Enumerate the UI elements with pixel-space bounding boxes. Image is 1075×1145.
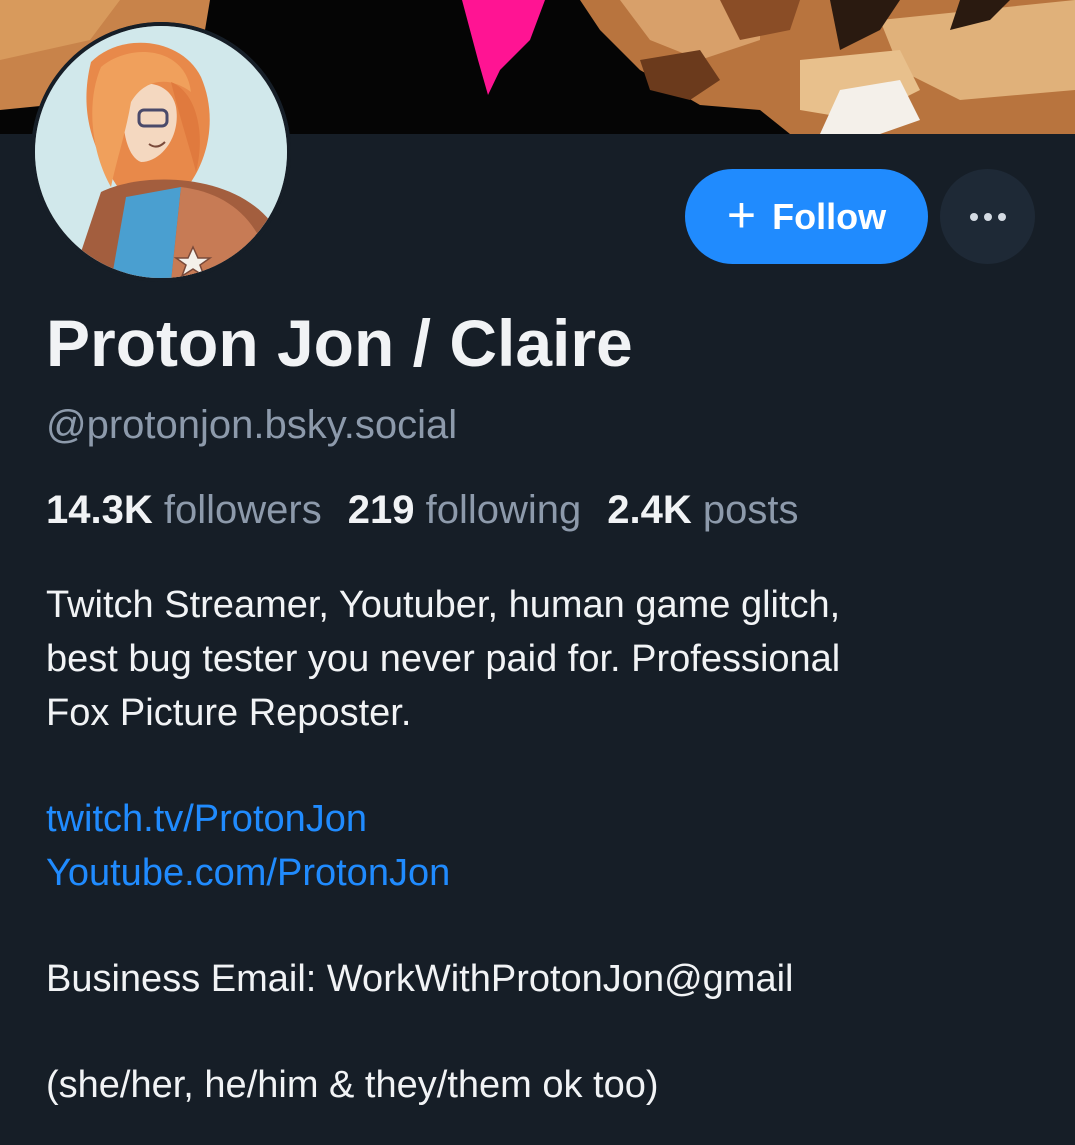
posts-label: posts <box>702 488 799 532</box>
avatar[interactable] <box>31 22 291 282</box>
bio-line: best bug tester you never paid for. Prof… <box>46 638 841 680</box>
avatar-illustration-icon <box>31 22 291 282</box>
plus-icon: + <box>726 186 757 243</box>
follow-button-label: Follow <box>772 195 887 237</box>
posts-stat: 2.4K posts <box>607 488 798 533</box>
followers-stat[interactable]: 14.3K followers <box>46 488 322 533</box>
follow-button[interactable]: + Follow <box>685 169 928 264</box>
following-count: 219 <box>347 488 415 532</box>
bio-spacer <box>46 1006 1046 1058</box>
profile-handle: @protonjon.bsky.social <box>46 403 458 447</box>
twitch-link[interactable]: twitch.tv/ProtonJon <box>46 798 367 840</box>
following-label: following <box>425 488 582 532</box>
bio-link-row: Youtube.com/ProtonJon <box>46 846 1046 900</box>
following-stat[interactable]: 219 following <box>348 488 582 533</box>
bio-line: Fox Picture Reposter. <box>46 692 412 734</box>
bio-spacer <box>46 740 1046 792</box>
profile-page: + Follow Proton Jon / Claire @protonjon.… <box>0 0 1075 1145</box>
followers-label: followers <box>163 488 322 532</box>
bio-email-line: Business Email: WorkWithProtonJon@gmail <box>46 958 794 1000</box>
bio-line: Twitch Streamer, Youtuber, human game gl… <box>46 584 841 626</box>
bio-link-row: twitch.tv/ProtonJon <box>46 792 1046 846</box>
bio-pronouns-line: (she/her, he/him & they/them ok too) <box>46 1064 659 1106</box>
youtube-link[interactable]: Youtube.com/ProtonJon <box>46 852 450 894</box>
profile-stats: 14.3K followers 219 following 2.4K posts <box>46 488 824 533</box>
ellipsis-icon <box>969 212 1006 221</box>
followers-count: 14.3K <box>46 488 153 532</box>
profile-bio: Twitch Streamer, Youtuber, human game gl… <box>46 578 1046 1112</box>
posts-count: 2.4K <box>607 488 692 532</box>
display-name: Proton Jon / Claire <box>46 306 633 380</box>
more-options-button[interactable] <box>940 169 1035 264</box>
bio-spacer <box>46 900 1046 952</box>
